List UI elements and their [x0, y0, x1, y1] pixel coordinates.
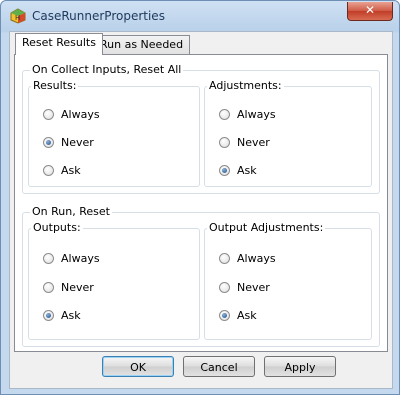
ok-button[interactable]: OK — [102, 356, 174, 377]
tab-run-as-needed[interactable]: Run as Needed — [93, 35, 191, 54]
radio-outputs-never[interactable]: Never — [43, 280, 94, 294]
group-results: Results: Always Never Ask — [28, 79, 200, 187]
radio-icon — [43, 281, 54, 293]
radio-icon — [43, 136, 54, 148]
radio-icon — [219, 281, 230, 293]
radio-adjustments-never[interactable]: Never — [219, 135, 270, 149]
close-icon: ✕ — [364, 3, 376, 17]
tab-panel: On Collect Inputs, Reset All Results: Al… — [14, 54, 388, 352]
radio-icon — [219, 252, 230, 264]
radio-results-always[interactable]: Always — [43, 107, 100, 121]
radio-output-adjustments-never[interactable]: Never — [219, 280, 270, 294]
radio-output-adjustments-always[interactable]: Always — [219, 251, 276, 265]
radio-output-adjustments-ask[interactable]: Ask — [219, 308, 257, 322]
radio-results-never[interactable]: Never — [43, 135, 94, 149]
dialog-client-area: Reset Results Run as Needed On Collect I… — [9, 31, 393, 389]
group-on-collect-inputs: On Collect Inputs, Reset All Results: Al… — [22, 63, 380, 194]
group-on-run: On Run, Reset Outputs: Always Never Ask — [22, 205, 380, 347]
radio-icon — [43, 309, 54, 321]
dialog-window: H CaseRunnerProperties ✕ Reset Results R… — [0, 0, 400, 395]
group-title-adjustments: Adjustments: — [207, 79, 284, 92]
group-title-collect: On Collect Inputs, Reset All — [30, 63, 184, 76]
group-outputs: Outputs: Always Never Ask — [28, 221, 200, 340]
group-title-run: On Run, Reset — [30, 205, 112, 218]
close-button[interactable]: ✕ — [347, 2, 393, 21]
radio-icon — [219, 164, 230, 176]
cancel-button[interactable]: Cancel — [183, 356, 255, 377]
group-title-outputs: Outputs: — [31, 221, 83, 234]
radio-icon — [43, 164, 54, 176]
tab-reset-results[interactable]: Reset Results — [15, 33, 103, 55]
radio-icon — [219, 309, 230, 321]
apply-button[interactable]: Apply — [264, 356, 336, 377]
radio-icon — [43, 108, 54, 120]
radio-adjustments-always[interactable]: Always — [219, 107, 276, 121]
radio-icon — [219, 108, 230, 120]
group-output-adjustments: Output Adjustments: Always Never Ask — [204, 221, 372, 340]
svg-text:H: H — [15, 14, 20, 22]
radio-icon — [43, 252, 54, 264]
window-title: CaseRunnerProperties — [32, 9, 165, 23]
radio-results-ask[interactable]: Ask — [43, 163, 81, 177]
radio-icon — [219, 136, 230, 148]
group-title-output-adjustments: Output Adjustments: — [207, 221, 326, 234]
app-icon: H — [10, 8, 26, 24]
radio-adjustments-ask[interactable]: Ask — [219, 163, 257, 177]
title-bar[interactable]: H CaseRunnerProperties ✕ — [1, 1, 399, 31]
radio-outputs-ask[interactable]: Ask — [43, 308, 81, 322]
group-adjustments: Adjustments: Always Never Ask — [204, 79, 372, 187]
group-title-results: Results: — [31, 79, 79, 92]
radio-outputs-always[interactable]: Always — [43, 251, 100, 265]
